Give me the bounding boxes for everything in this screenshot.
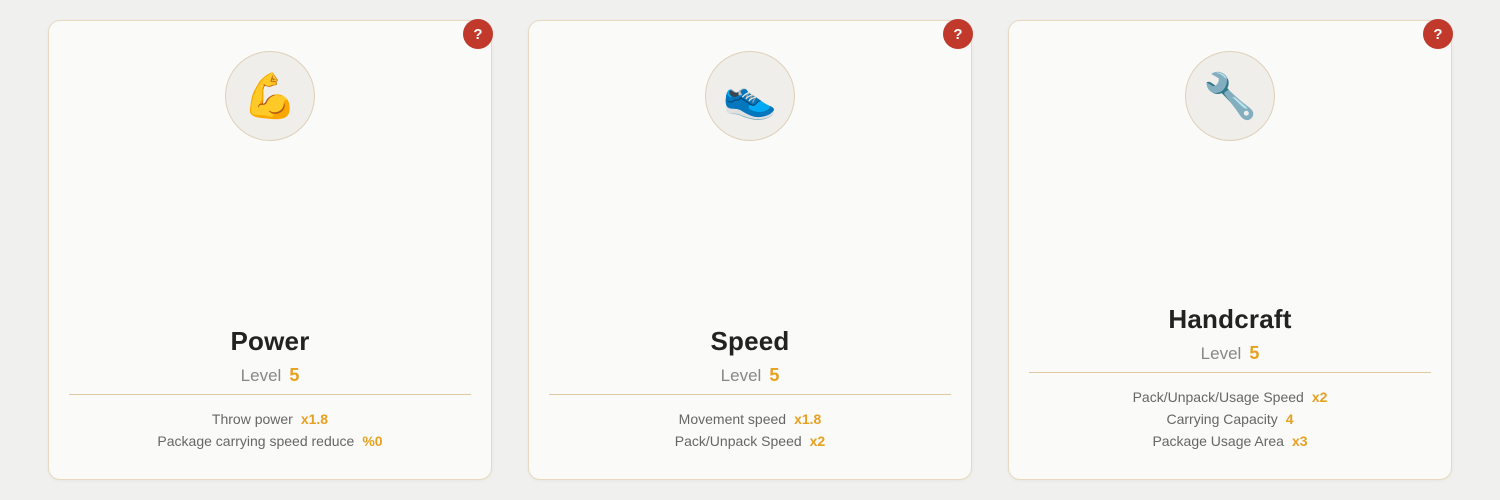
level-value-power: 5 [289,365,299,386]
stats-list-speed: Movement speed x1.8 Pack/Unpack Speed x2 [549,411,951,449]
stat-row-power-1: Package carrying speed reduce %0 [157,433,382,449]
level-label-speed: Level [721,366,762,386]
level-label-handcraft: Level [1201,344,1242,364]
help-badge-handcraft[interactable]: ? [1423,19,1453,49]
card-title-power: Power [230,326,309,357]
card-content-power: Power Level 5 Throw power x1.8 Package carryi… [69,316,471,449]
stat-value-power-0: x1.8 [301,411,328,427]
level-row-power: Level 5 [69,365,471,395]
stat-label-handcraft-0: Pack/Unpack/Usage Speed [1133,389,1304,405]
stats-list-power: Throw power x1.8 Package carrying speed re… [69,411,471,449]
help-badge-speed[interactable]: ? [943,19,973,49]
stat-value-power-1: %0 [362,433,382,449]
level-label-power: Level [241,366,282,386]
card-title-speed: Speed [710,326,789,357]
card-power: ? 💪 Power Level 5 Throw power x1.8 Package carr… [48,20,492,480]
stat-row-handcraft-2: Package Usage Area x3 [1152,433,1307,449]
icon-speed: 👟 [705,51,795,141]
card-speed: ? 👟 Speed Level 5 Movement speed x1.8 Pack/Unpa… [528,20,972,480]
stat-label-handcraft-2: Package Usage Area [1152,433,1284,449]
stat-value-speed-1: x2 [810,433,826,449]
stat-value-handcraft-0: x2 [1312,389,1328,405]
stat-value-speed-0: x1.8 [794,411,821,427]
stat-row-handcraft-0: Pack/Unpack/Usage Speed x2 [1133,389,1328,405]
stat-label-power-1: Package carrying speed reduce [157,433,354,449]
stat-label-power-0: Throw power [212,411,293,427]
stat-row-power-0: Throw power x1.8 [212,411,328,427]
stat-value-handcraft-1: 4 [1286,411,1294,427]
help-badge-power[interactable]: ? [463,19,493,49]
stat-label-speed-1: Pack/Unpack Speed [675,433,802,449]
level-value-handcraft: 5 [1249,343,1259,364]
level-row-handcraft: Level 5 [1029,343,1431,373]
stat-label-handcraft-1: Carrying Capacity [1166,411,1277,427]
icon-power: 💪 [225,51,315,141]
stat-row-speed-0: Movement speed x1.8 [679,411,822,427]
level-row-speed: Level 5 [549,365,951,395]
card-content-handcraft: Handcraft Level 5 Pack/Unpack/Usage Speed x2… [1029,294,1431,449]
card-title-handcraft: Handcraft [1168,304,1291,335]
card-handcraft: ? 🔧 Handcraft Level 5 Pack/Unpack/Usage Speed… [1008,20,1452,480]
stats-list-handcraft: Pack/Unpack/Usage Speed x2 Carrying Capaci… [1029,389,1431,449]
cards-container: ? 💪 Power Level 5 Throw power x1.8 Package carr… [0,0,1500,500]
stat-row-handcraft-1: Carrying Capacity 4 [1166,411,1293,427]
stat-label-speed-0: Movement speed [679,411,786,427]
stat-value-handcraft-2: x3 [1292,433,1308,449]
level-value-speed: 5 [769,365,779,386]
card-content-speed: Speed Level 5 Movement speed x1.8 Pack/Unpack… [549,316,951,449]
stat-row-speed-1: Pack/Unpack Speed x2 [675,433,825,449]
icon-handcraft: 🔧 [1185,51,1275,141]
